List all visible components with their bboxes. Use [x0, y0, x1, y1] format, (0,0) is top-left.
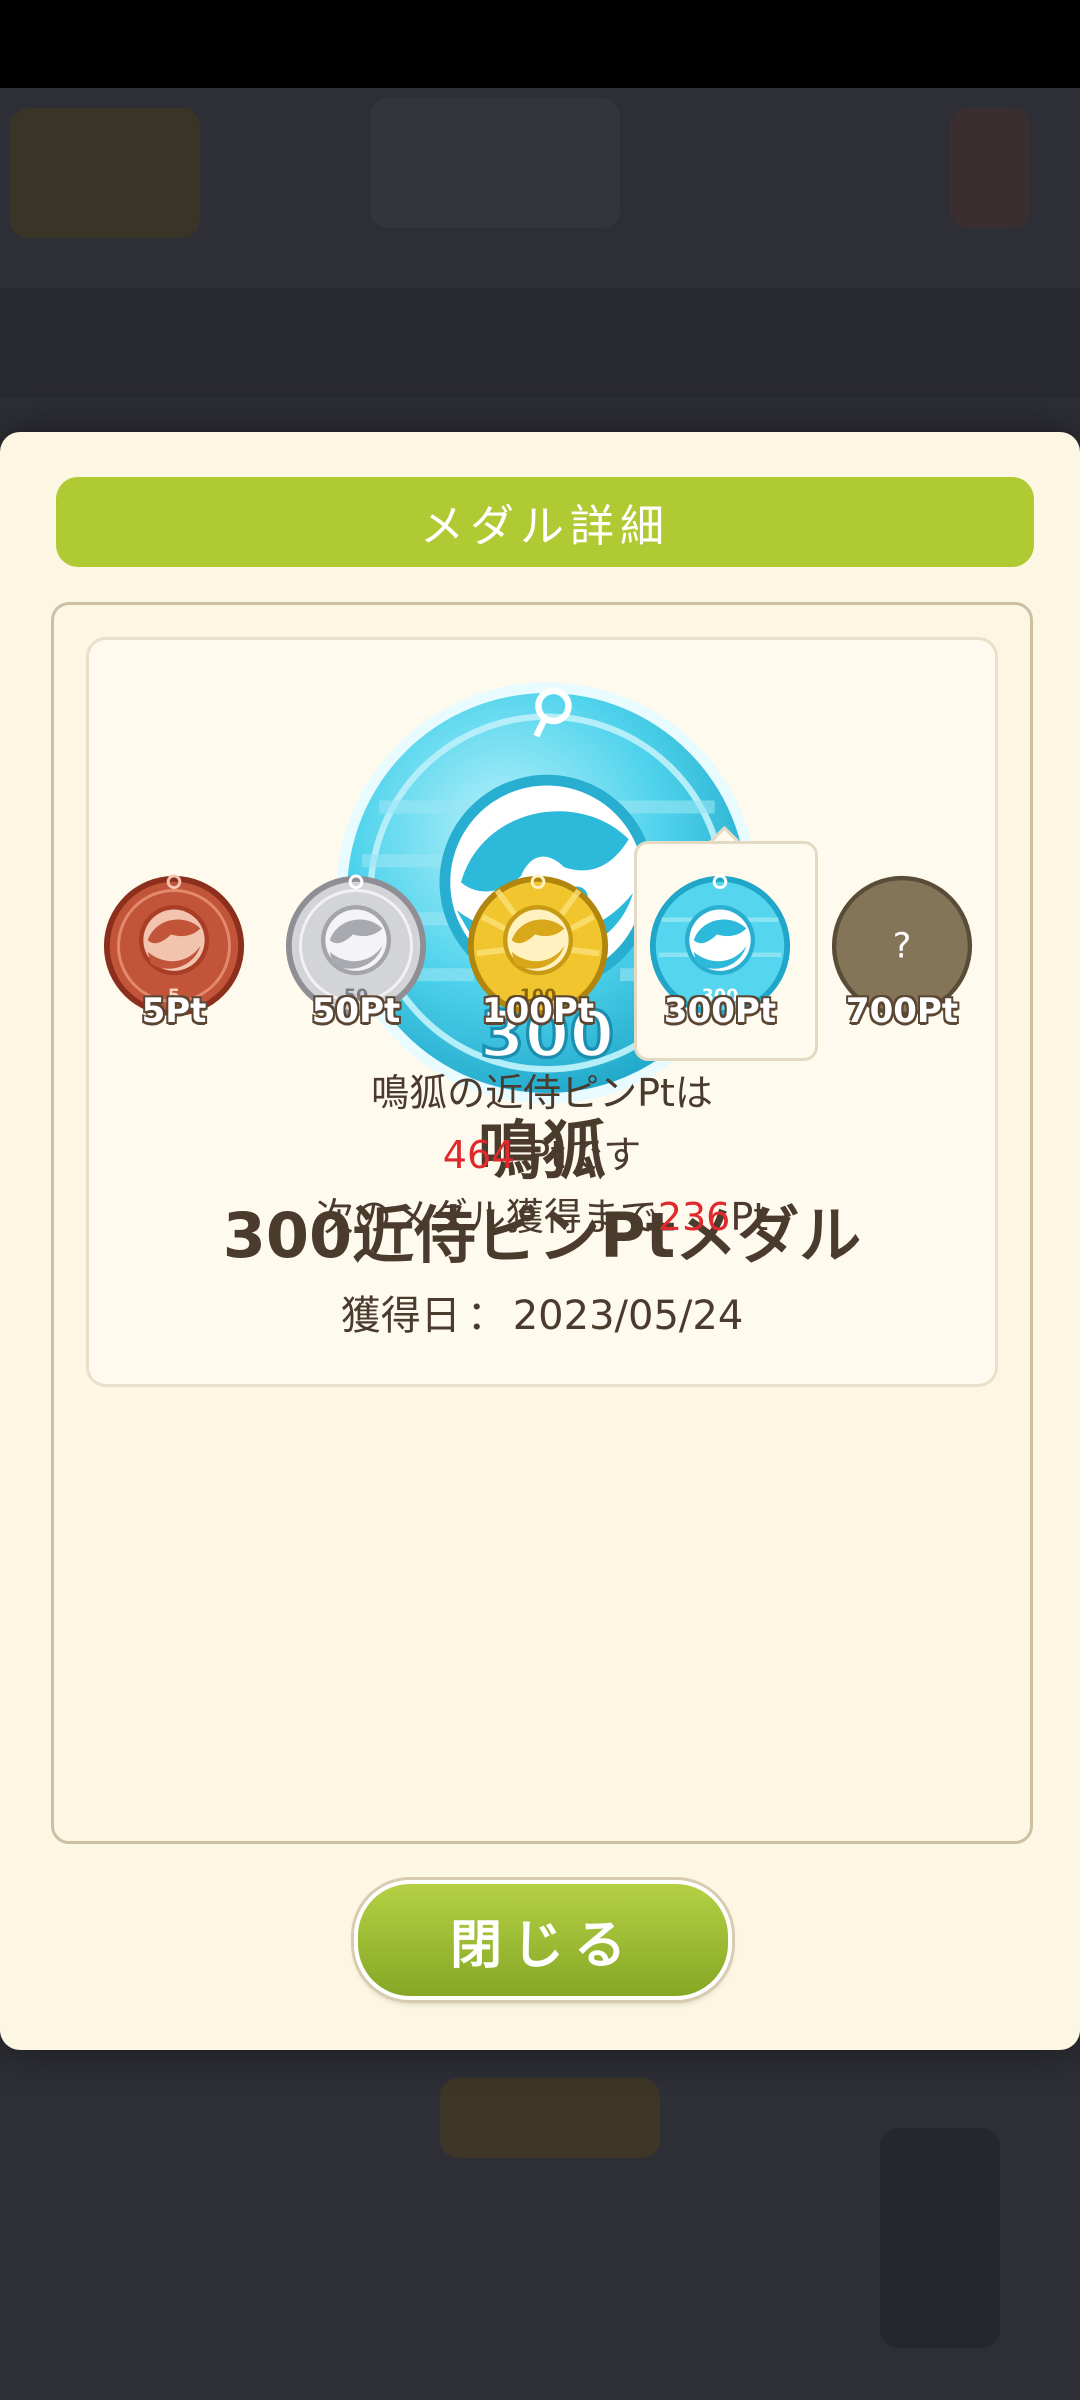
tier-label: 100Pt: [481, 991, 595, 1031]
close-button[interactable]: 閉じる: [354, 1880, 732, 2000]
next-medal-prefix: 次のメダル獲得まで: [315, 1195, 658, 1239]
tier-label: 5Pt: [141, 991, 207, 1031]
tier-label: 300Pt: [663, 991, 777, 1031]
remaining-pt-suffix: Pt: [730, 1195, 769, 1239]
bg-decoration: [880, 2128, 1000, 2348]
current-pt-value: 464: [442, 1133, 516, 1177]
bg-decoration: [440, 2078, 660, 2158]
current-pt-intro: 鳴狐の近侍ピンPtは: [371, 1071, 713, 1115]
tier-5pt[interactable]: 5 5Pt: [99, 873, 249, 1053]
status-bar: [0, 0, 1080, 88]
remaining-pt-value: 236: [657, 1195, 731, 1239]
modal-title: メダル詳細: [56, 477, 1034, 567]
tier-label: 700Pt: [845, 991, 959, 1031]
current-pt-suffix: Ptです: [515, 1133, 642, 1177]
medal-detail-modal: メダル詳細 300 鳴狐 300近侍ピンPtメダル 獲得日 ： 2023/05/…: [0, 432, 1080, 2050]
date-value: 2023/05/24: [512, 1293, 744, 1339]
current-pt-line: 464 Ptです: [54, 1127, 1030, 1183]
tier-100pt[interactable]: 100 100Pt: [463, 873, 613, 1053]
bg-decoration: [10, 108, 200, 238]
next-medal-line: 次のメダル獲得まで236Pt: [54, 1189, 1030, 1245]
tier-700pt-locked[interactable]: ? 700Pt: [827, 873, 977, 1053]
tier-50pt[interactable]: 50 50Pt: [281, 873, 431, 1053]
detail-frame: 300 鳴狐 300近侍ピンPtメダル 獲得日： 2023/05/24 5 5P…: [51, 602, 1033, 1844]
bg-decoration: [0, 288, 1080, 398]
tier-300pt-selected[interactable]: 300 300Pt: [645, 873, 795, 1053]
acquired-date: 獲得日： 2023/05/24: [89, 1288, 995, 1344]
tier-label: 50Pt: [311, 991, 401, 1031]
date-separator: ：: [466, 1293, 507, 1339]
date-label: 獲得日: [340, 1293, 461, 1339]
bg-decoration: [370, 98, 620, 228]
bg-decoration: [950, 108, 1030, 228]
question-mark: ?: [893, 926, 912, 967]
